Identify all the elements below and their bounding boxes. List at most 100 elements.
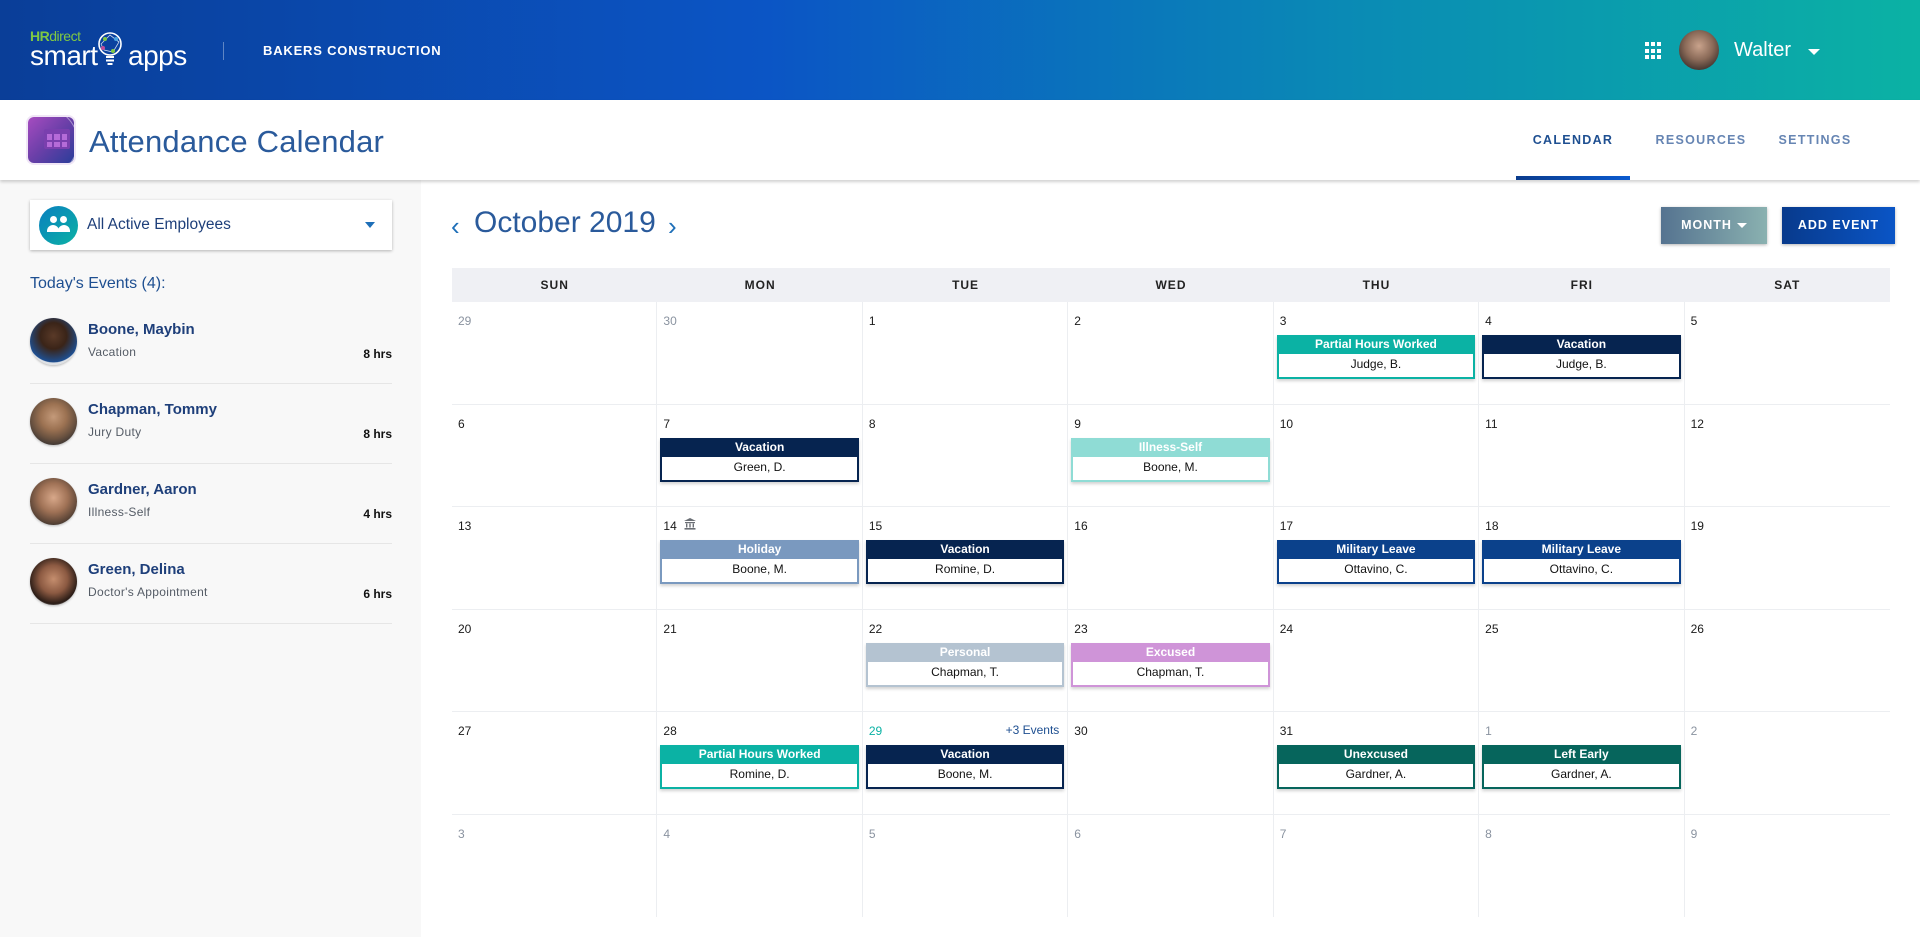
- day-number: 22: [868, 621, 883, 636]
- day-number: 7: [663, 416, 671, 431]
- calendar-event[interactable]: Left Early Gardner, A.: [1482, 745, 1681, 789]
- day-cell[interactable]: 18 Military Leave Ottavino, C.: [1479, 507, 1685, 610]
- list-item[interactable]: Green, Delina Doctor's Appointment 6 hrs: [30, 544, 392, 624]
- list-item[interactable]: Chapman, Tommy Jury Duty 8 hrs: [30, 384, 392, 464]
- day-cell[interactable]: 28 Partial Hours Worked Romine, D.: [657, 712, 863, 815]
- smartapps-logo[interactable]: HRdirect smart apps: [30, 28, 190, 74]
- day-cell[interactable]: 5: [863, 814, 1069, 917]
- list-item[interactable]: Gardner, Aaron Illness-Self 4 hrs: [30, 464, 392, 544]
- event-type: Vacation: [865, 745, 1065, 764]
- day-cell[interactable]: 11: [1479, 404, 1685, 507]
- calendar-event[interactable]: Military Leave Ottavino, C.: [1276, 540, 1476, 584]
- calendar-event[interactable]: Vacation Boone, M.: [865, 745, 1065, 789]
- day-cell[interactable]: 26: [1684, 610, 1890, 712]
- day-cell[interactable]: 9 Illness-Self Boone, M.: [1068, 404, 1274, 507]
- tab-calendar[interactable]: CALENDAR: [1516, 100, 1630, 180]
- day-cell[interactable]: 5: [1684, 302, 1890, 405]
- day-cell[interactable]: 7 Vacation Green, D.: [657, 404, 863, 507]
- day-cell[interactable]: 30: [1068, 712, 1274, 815]
- day-cell[interactable]: 17 Military Leave Ottavino, C.: [1273, 507, 1480, 610]
- view-mode-dropdown[interactable]: MONTH: [1661, 207, 1767, 244]
- caret-down-icon: [1736, 223, 1747, 229]
- day-cell[interactable]: 29 +3 Events Vacation Boone, M.: [862, 712, 1069, 815]
- day-cell[interactable]: 6: [1068, 814, 1274, 917]
- calendar-event[interactable]: Personal Chapman, T.: [865, 642, 1065, 687]
- event-employee: Green, D.: [733, 459, 786, 474]
- calendar-event[interactable]: Vacation Romine, D.: [865, 540, 1065, 584]
- page-title: Attendance Calendar: [89, 124, 385, 159]
- day-cell[interactable]: 12: [1684, 405, 1890, 507]
- day-cell[interactable]: 25: [1479, 609, 1685, 712]
- calendar-event[interactable]: Excused Chapman, T.: [1071, 642, 1270, 687]
- day-cell[interactable]: 6: [452, 404, 658, 507]
- day-cell[interactable]: 10: [1273, 404, 1480, 507]
- tab-resources[interactable]: RESOURCES: [1644, 100, 1758, 180]
- day-cell[interactable]: 29: [452, 302, 658, 405]
- day-cell[interactable]: 9: [1685, 815, 1890, 918]
- day-cell[interactable]: 8: [862, 404, 1069, 507]
- user-name[interactable]: Walter: [1734, 39, 1791, 62]
- weekday-header: SUN MON TUE WED THU FRI SAT: [452, 268, 1890, 302]
- event-type: Vacation: [660, 437, 859, 457]
- day-cell[interactable]: 2: [1068, 302, 1274, 405]
- day-cell[interactable]: 21: [657, 609, 863, 712]
- day-cell[interactable]: 3 Partial Hours Worked Judge, B.: [1273, 302, 1480, 405]
- day-cell[interactable]: 24: [1273, 609, 1480, 712]
- day-cell[interactable]: 31 Unexcused Gardner, A.: [1273, 712, 1480, 815]
- day-cell[interactable]: 1 Left Early Gardner, A.: [1479, 712, 1685, 815]
- sidebar: All Active Employees Today's Events (4):…: [0, 180, 421, 937]
- lightbulb-icon: [98, 32, 122, 65]
- weekday-label: WED: [1155, 278, 1187, 292]
- event-employee: Ottavino, C.: [1549, 562, 1614, 576]
- day-cell[interactable]: 4 Vacation Judge, B.: [1479, 302, 1685, 405]
- more-events-link[interactable]: +3 Events: [1006, 723, 1060, 737]
- calendar-event[interactable]: Vacation Green, D.: [660, 437, 859, 482]
- day-cell[interactable]: 15 Vacation Romine, D.: [862, 507, 1069, 610]
- calendar-event[interactable]: Unexcused Gardner, A.: [1276, 745, 1476, 789]
- grid-icon[interactable]: [1645, 42, 1663, 60]
- day-cell[interactable]: 23 Excused Chapman, T.: [1068, 609, 1274, 712]
- day-cell[interactable]: 27: [452, 712, 658, 815]
- day-cell[interactable]: 1: [862, 302, 1069, 405]
- caret-down-icon[interactable]: [1808, 49, 1820, 55]
- user-avatar[interactable]: [1679, 30, 1719, 70]
- employee-filter-dropdown[interactable]: All Active Employees: [30, 200, 392, 250]
- event-employee: Romine, D.: [729, 767, 790, 781]
- tab-settings[interactable]: SETTINGS: [1758, 100, 1872, 180]
- day-cell[interactable]: 13: [452, 507, 658, 610]
- day-cell[interactable]: 30: [657, 302, 863, 405]
- day-number: 6: [458, 416, 465, 431]
- day-cell[interactable]: 4: [657, 814, 863, 917]
- weekday-label: TUE: [952, 278, 980, 292]
- calendar-event[interactable]: Partial Hours Worked Judge, B.: [1276, 335, 1476, 379]
- calendar-event[interactable]: Holiday Boone, M.: [660, 540, 859, 584]
- calendar-event[interactable]: Military Leave Ottavino, C.: [1482, 540, 1681, 584]
- day-cell[interactable]: 16: [1068, 507, 1274, 610]
- add-event-button[interactable]: ADD EVENT: [1782, 207, 1895, 244]
- day-number: 30: [663, 314, 677, 328]
- day-cell[interactable]: 22 Personal Chapman, T.: [862, 609, 1069, 712]
- event-employee: Boone, M.: [1143, 459, 1198, 474]
- employee-name: Green, Delina: [88, 561, 185, 578]
- avatar: [30, 318, 77, 365]
- event-employee: Boone, M.: [937, 767, 993, 781]
- chevron-left-icon[interactable]: ‹: [451, 211, 460, 242]
- chevron-right-icon[interactable]: ›: [668, 211, 677, 242]
- day-cell[interactable]: 7: [1274, 814, 1480, 917]
- calendar-event[interactable]: Vacation Judge, B.: [1482, 335, 1681, 379]
- day-cell[interactable]: 3: [452, 814, 658, 917]
- employee-name: Gardner, Aaron: [88, 481, 197, 498]
- day-cell[interactable]: 14 Holiday Boone, M.: [657, 507, 863, 610]
- day-cell[interactable]: 20: [452, 609, 658, 712]
- event-hours: 8 hrs: [363, 427, 392, 441]
- day-cell[interactable]: 19: [1684, 507, 1890, 610]
- day-number: 7: [1279, 826, 1287, 841]
- day-cell[interactable]: 2: [1684, 712, 1890, 815]
- calendar-event[interactable]: Partial Hours Worked Romine, D.: [660, 745, 859, 789]
- list-item[interactable]: Boone, Maybin Vacation 8 hrs: [30, 304, 392, 384]
- day-cell[interactable]: 8: [1479, 814, 1685, 917]
- day-number: 20: [458, 621, 472, 636]
- day-number: 16: [1074, 519, 1088, 533]
- day-number: 29: [458, 314, 472, 328]
- calendar-event[interactable]: Illness-Self Boone, M.: [1071, 437, 1270, 482]
